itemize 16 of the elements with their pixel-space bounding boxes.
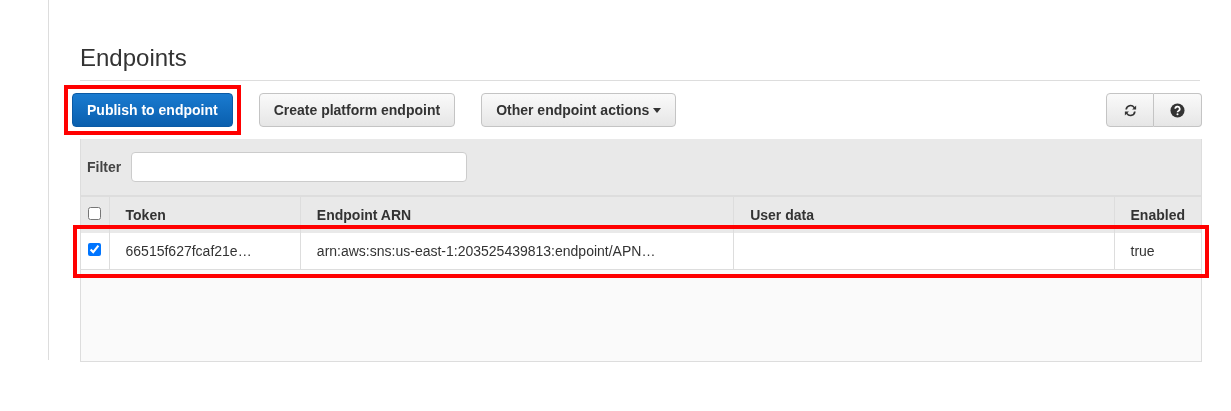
filter-label: Filter (87, 159, 122, 175)
help-button[interactable] (1154, 93, 1202, 127)
select-all-checkbox[interactable] (88, 207, 102, 220)
actions-dropdown[interactable]: Other endpoint actions (481, 93, 677, 127)
table-cell: arn:aws:sns:us-east-1:203525439813:endpoint/APN… (300, 233, 734, 270)
help-icon (1170, 102, 1185, 118)
publish-button[interactable]: Publish to endpoint (72, 93, 233, 127)
filter-field[interactable] (131, 152, 468, 182)
create-button[interactable]: Create platform endpoint (258, 93, 456, 127)
refresh-button[interactable] (1106, 93, 1154, 127)
caret-icon (653, 107, 662, 113)
table-cell: true (1114, 233, 1201, 270)
table-cell: 66515f627fcaf21e… (109, 233, 301, 270)
refresh-icon (1122, 102, 1138, 118)
section-title: Endpoints (80, 0, 1200, 81)
row-checkbox[interactable] (88, 243, 102, 256)
